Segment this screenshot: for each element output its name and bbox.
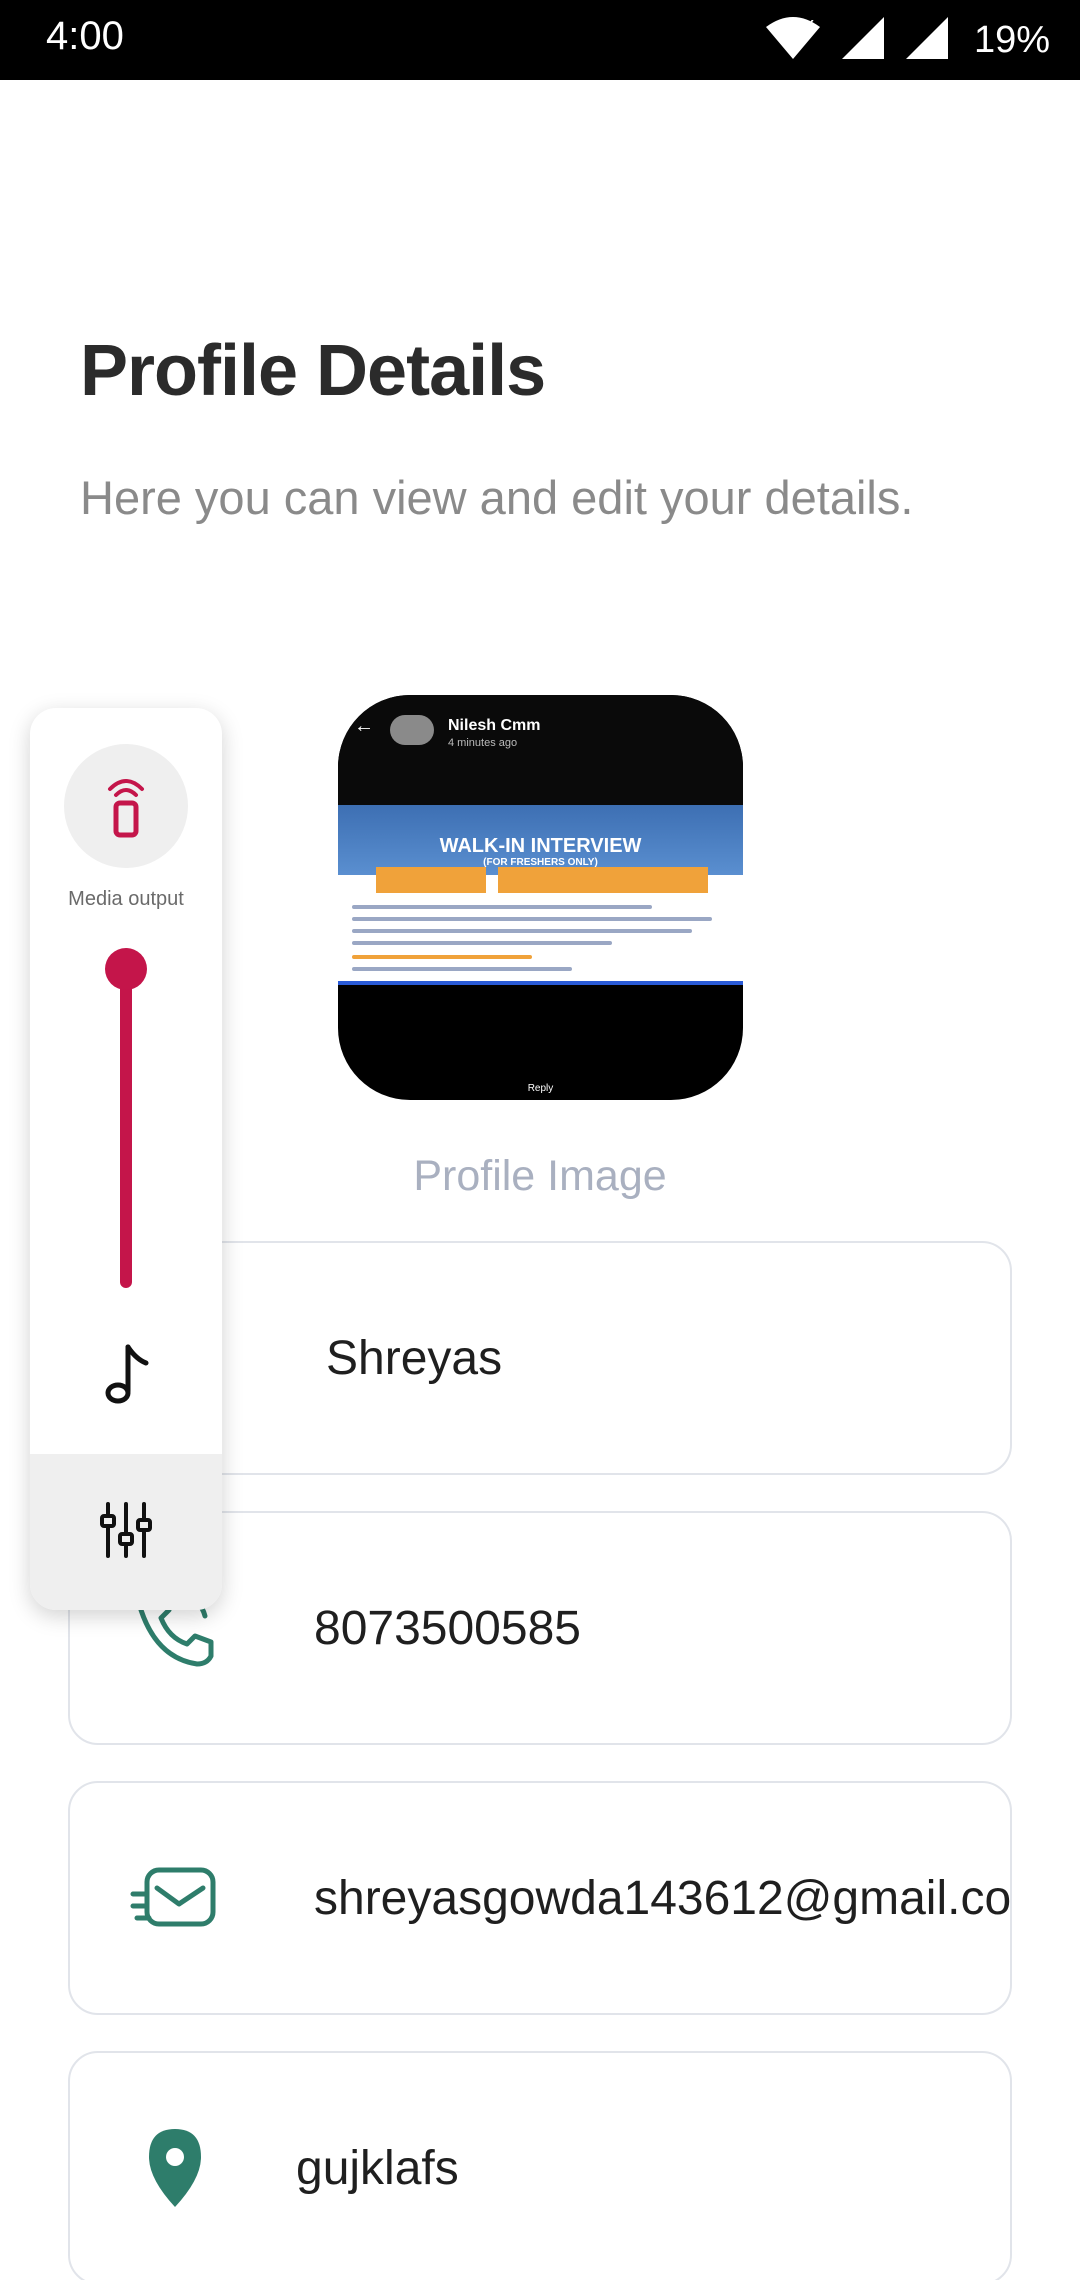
name-value: Shreyas (326, 1331, 503, 1385)
page-title: Profile Details (80, 331, 546, 411)
poster-text-line (352, 967, 572, 971)
poster-text-line (352, 955, 532, 959)
volume-panel: Media output (30, 708, 222, 1610)
poster-qualification-box (498, 867, 708, 893)
music-note-icon (96, 1339, 156, 1414)
status-bar: 4:00 x 19% (0, 0, 1080, 80)
poster-text-line (352, 929, 692, 933)
location-pin-icon (120, 2113, 230, 2223)
media-output-icon (96, 769, 156, 844)
email-field[interactable]: shreyasgowda143612@gmail.co (68, 1781, 1012, 2015)
page-subtitle: Here you can view and edit your details. (80, 471, 914, 524)
media-output-button[interactable] (64, 744, 188, 868)
volume-slider-track[interactable] (120, 970, 132, 1288)
battery-percentage: 19% (973, 18, 1050, 61)
avatar (390, 715, 434, 745)
poster-headline: WALK-IN INTERVIEW (439, 835, 642, 857)
thumbnail-chat-header: ← Nilesh Cmm 4 minutes ago (338, 695, 743, 805)
profile-image[interactable]: ← Nilesh Cmm 4 minutes ago WALK-IN INTER… (338, 695, 743, 1100)
back-arrow-icon: ← (354, 715, 374, 737)
poster-text-line (352, 941, 612, 945)
poster-date-box (376, 867, 486, 893)
volume-slider-thumb[interactable] (105, 948, 147, 990)
sound-settings-button[interactable] (30, 1454, 222, 1610)
poster-bottom-bar (338, 981, 743, 985)
email-icon (120, 1843, 230, 1953)
location-value: gujklafs (296, 2141, 459, 2195)
status-icons: x 19% (764, 14, 1050, 66)
thumbnail-chat-sub: 4 minutes ago (448, 737, 518, 749)
music-volume-button[interactable] (86, 1336, 166, 1416)
poster-text-line (352, 905, 652, 909)
thumbnail-chat-name: Nilesh Cmm (448, 717, 541, 734)
email-value: shreyasgowda143612@gmail.co (314, 1871, 1010, 1925)
status-time: 4:00 (46, 14, 124, 58)
phone-value: 8073500585 (314, 1601, 581, 1655)
wifi-icon: x (764, 14, 822, 66)
cellular-icon (904, 15, 950, 66)
svg-text:x: x (804, 15, 814, 36)
poster-text-line (352, 917, 712, 921)
thumbnail-reply-label: Reply (527, 1083, 554, 1094)
thumbnail-poster: WALK-IN INTERVIEW (FOR FRESHERS ONLY) (338, 805, 743, 985)
equalizer-icon (96, 1500, 156, 1565)
media-output-label: Media output (68, 888, 184, 910)
cellular-icon (840, 15, 886, 66)
location-field[interactable]: gujklafs (68, 2051, 1012, 2280)
